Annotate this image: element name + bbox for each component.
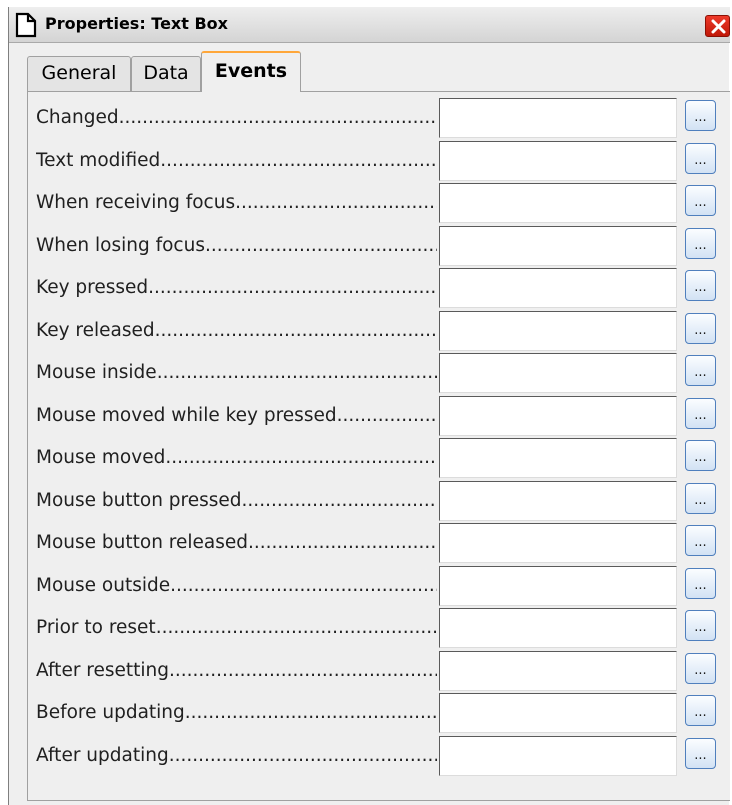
event-macro-field[interactable] xyxy=(439,98,677,138)
document-icon xyxy=(13,12,39,38)
event-macro-field[interactable] xyxy=(439,523,677,563)
event-row: After resetting... xyxy=(28,650,728,691)
properties-dialog: Properties: Text Box General Data Events… xyxy=(8,7,730,805)
assign-macro-button[interactable]: ... xyxy=(685,270,716,301)
assign-macro-button[interactable]: ... xyxy=(685,610,716,641)
event-label: Before updating xyxy=(36,702,437,723)
event-row: Key released... xyxy=(28,310,728,351)
assign-macro-button[interactable]: ... xyxy=(685,440,716,471)
assign-macro-button[interactable]: ... xyxy=(685,695,716,726)
event-row: Mouse moved... xyxy=(28,438,728,478)
event-macro-field[interactable] xyxy=(439,693,677,733)
assign-macro-button[interactable]: ... xyxy=(685,397,716,429)
event-macro-field[interactable] xyxy=(439,480,677,521)
event-row: Mouse button pressed... xyxy=(28,480,728,521)
event-label: Prior to reset xyxy=(36,617,437,638)
event-row: Text modified... xyxy=(28,140,728,181)
event-macro-field[interactable] xyxy=(439,735,677,776)
event-row: Changed... xyxy=(28,98,728,138)
assign-macro-button[interactable]: ... xyxy=(685,100,716,131)
assign-macro-button[interactable]: ... xyxy=(685,355,716,386)
assign-macro-button[interactable]: ... xyxy=(685,227,716,259)
assign-macro-button[interactable]: ... xyxy=(685,567,716,599)
tab-events[interactable]: Events xyxy=(201,51,301,92)
event-row: Mouse button released... xyxy=(28,523,728,563)
close-icon xyxy=(711,19,726,34)
event-label: Mouse moved while key pressed xyxy=(36,405,437,426)
events-panel: Changed...Text modified...When receiving… xyxy=(27,91,730,801)
event-macro-field[interactable] xyxy=(439,353,677,393)
event-row: Mouse outside... xyxy=(28,565,728,606)
event-row: Mouse moved while key pressed... xyxy=(28,395,728,436)
event-label: Changed xyxy=(36,107,437,128)
event-macro-field[interactable] xyxy=(439,650,677,691)
assign-macro-button[interactable]: ... xyxy=(685,525,716,556)
event-macro-field[interactable] xyxy=(439,310,677,351)
assign-macro-button[interactable]: ... xyxy=(685,185,716,216)
event-macro-field[interactable] xyxy=(439,268,677,308)
assign-macro-button[interactable]: ... xyxy=(685,652,716,684)
tab-data[interactable]: Data xyxy=(131,56,201,91)
window-title: Properties: Text Box xyxy=(45,14,228,33)
tab-general[interactable]: General xyxy=(27,56,131,91)
event-row: Before updating... xyxy=(28,693,728,733)
event-label: Key released xyxy=(36,320,437,341)
event-macro-field[interactable] xyxy=(439,438,677,478)
event-macro-field[interactable] xyxy=(439,608,677,648)
event-row: When losing focus... xyxy=(28,225,728,266)
event-row: When receiving focus... xyxy=(28,183,728,223)
event-label: Mouse inside xyxy=(36,362,437,383)
event-macro-field[interactable] xyxy=(439,565,677,606)
event-label: When receiving focus xyxy=(36,192,437,213)
event-label: Mouse button released xyxy=(36,532,437,553)
event-macro-field[interactable] xyxy=(439,183,677,223)
event-label: Mouse outside xyxy=(36,575,437,596)
event-row: Prior to reset... xyxy=(28,608,728,648)
event-label: When losing focus xyxy=(36,235,437,256)
event-row: Key pressed... xyxy=(28,268,728,308)
title-bar[interactable]: Properties: Text Box xyxy=(9,7,730,43)
event-macro-field[interactable] xyxy=(439,140,677,181)
event-label: Mouse moved xyxy=(36,447,437,468)
event-label: After updating xyxy=(36,745,437,766)
close-button[interactable] xyxy=(705,15,730,37)
event-macro-field[interactable] xyxy=(439,395,677,436)
event-label: After resetting xyxy=(36,660,437,681)
assign-macro-button[interactable]: ... xyxy=(685,142,716,174)
event-row: Mouse inside... xyxy=(28,353,728,393)
assign-macro-button[interactable]: ... xyxy=(685,482,716,514)
event-macro-field[interactable] xyxy=(439,225,677,266)
event-label: Mouse button pressed xyxy=(36,490,437,511)
event-label: Text modified xyxy=(36,150,437,171)
event-row: After updating... xyxy=(28,735,728,776)
event-label: Key pressed xyxy=(36,277,437,298)
assign-macro-button[interactable]: ... xyxy=(685,737,716,769)
assign-macro-button[interactable]: ... xyxy=(685,312,716,344)
